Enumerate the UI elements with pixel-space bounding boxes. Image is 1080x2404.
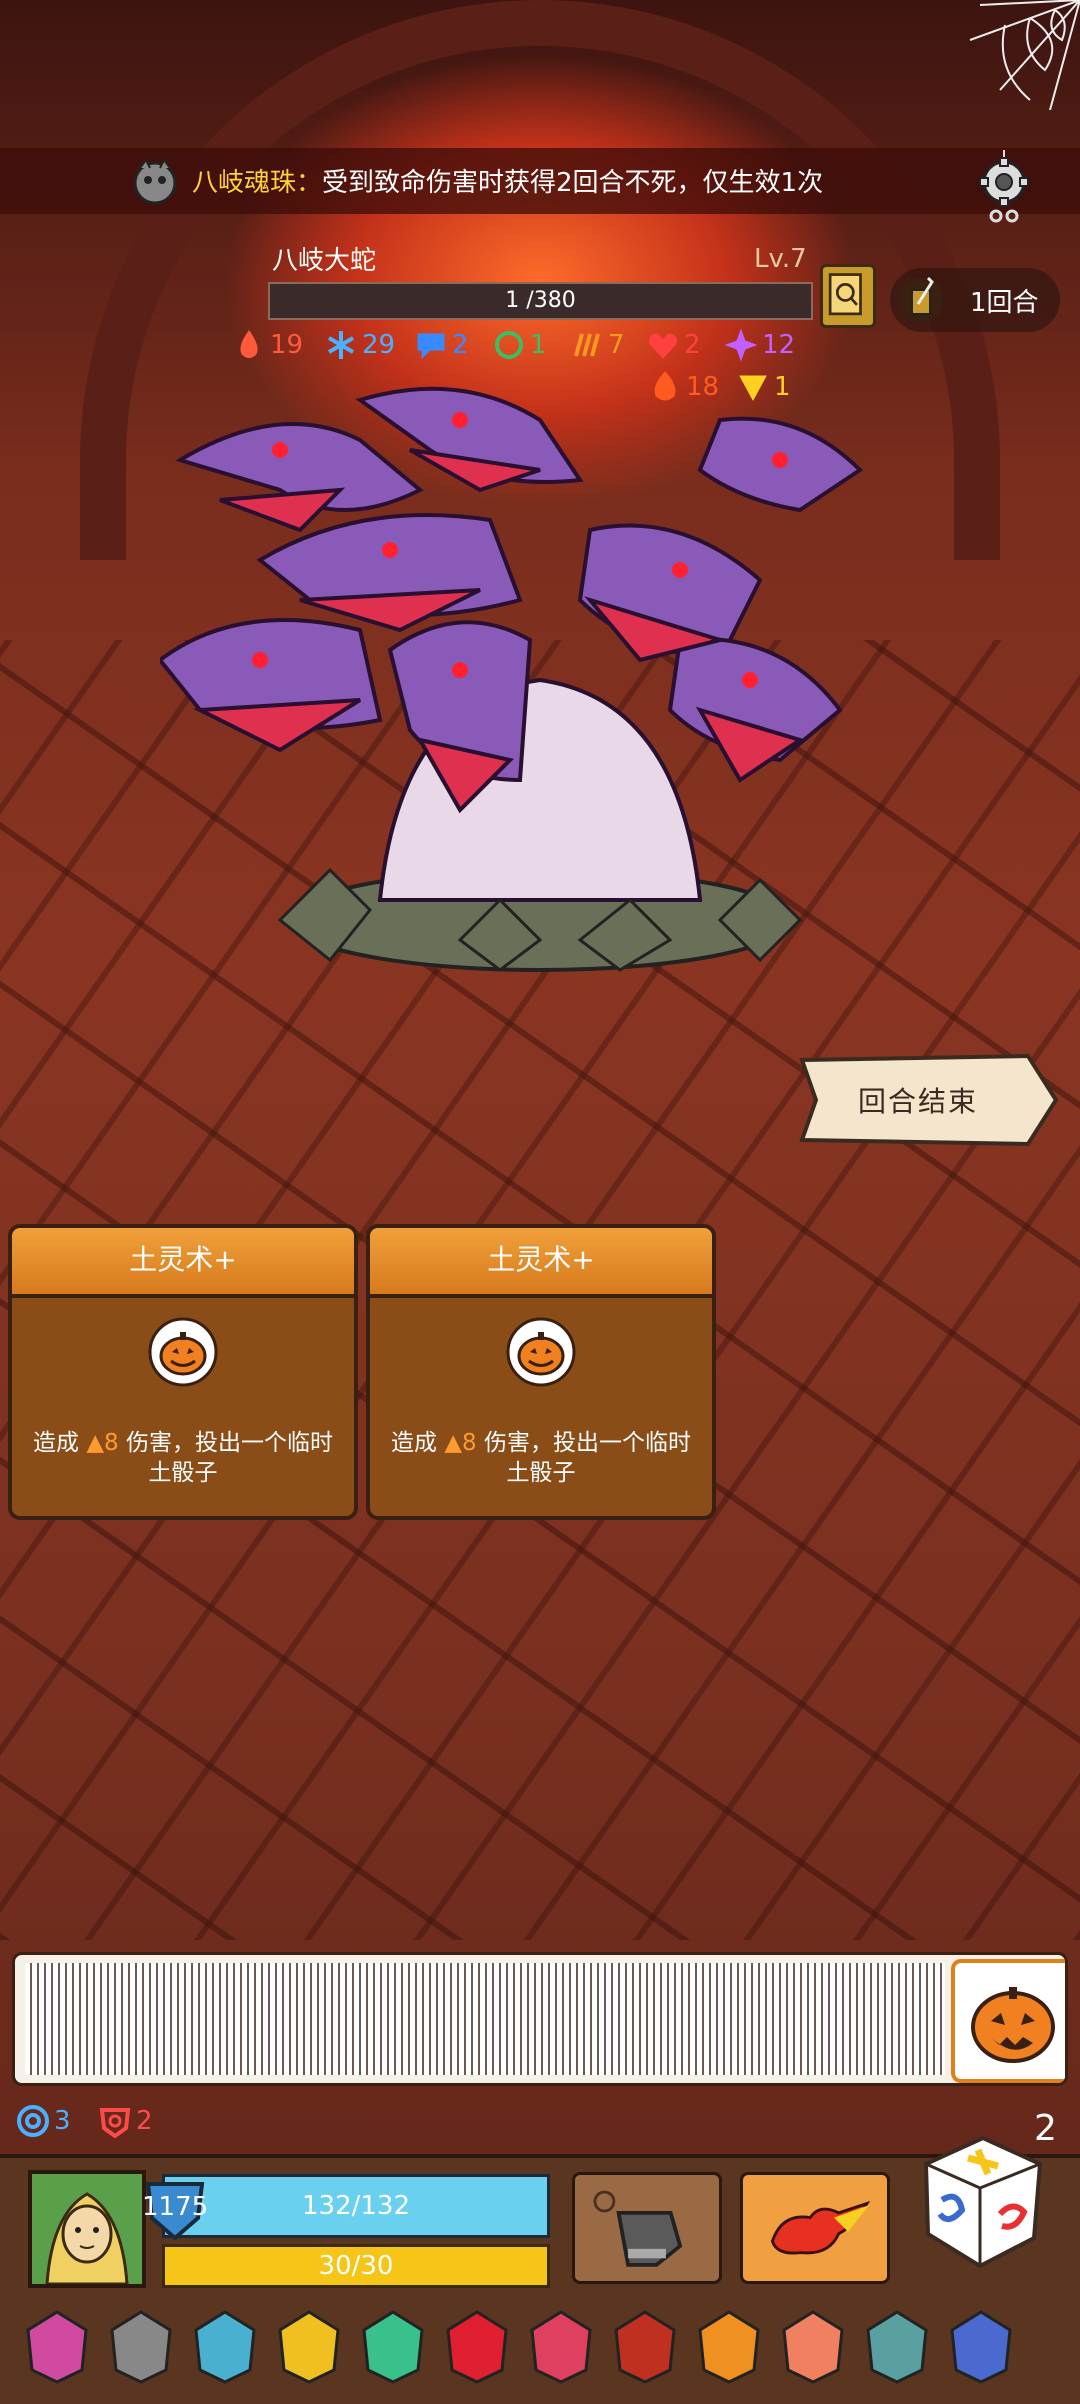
broken-heart-icon	[649, 333, 677, 359]
enemy-codex-button[interactable]	[820, 264, 876, 328]
pumpkin-icon	[971, 1987, 1055, 2063]
pumpkin-icon	[506, 1317, 576, 1387]
player-energy-bar: 30/30	[162, 2244, 550, 2288]
round-counter: 1回合	[890, 268, 1060, 332]
card-damage: 8	[104, 1430, 119, 1456]
relic-name: 八岐魂珠：	[192, 168, 323, 198]
ruby-icon[interactable]	[440, 2306, 514, 2386]
status-effect[interactable]: 19	[232, 328, 303, 362]
spell-card[interactable]: 土灵术+ 造成 ▲8 伤害，投出一个临时土骰子	[366, 1224, 716, 1520]
pendant-icon[interactable]	[524, 2306, 598, 2386]
relic-bar	[20, 2306, 1070, 2392]
stacked-cards	[25, 1963, 945, 2075]
settings-gear-icon[interactable]	[972, 150, 1036, 226]
relic-effect-text: 受到致命伤害时获得2回合不死，仅生效1次	[322, 168, 824, 198]
demon-mask-icon[interactable]	[608, 2306, 682, 2386]
status-effect[interactable]: 1	[492, 328, 547, 362]
speech-bubble-icon	[417, 333, 445, 360]
enemy-name: 八岐大蛇	[272, 246, 377, 276]
blue-slime-icon[interactable]	[944, 2306, 1018, 2386]
swirl-icon	[17, 2105, 49, 2137]
discard-pile-counter[interactable]: 2	[98, 2104, 153, 2138]
flame-crown-icon[interactable]	[692, 2306, 766, 2386]
fire-drop-icon	[240, 330, 258, 358]
card-damage: 8	[462, 1430, 477, 1456]
stone-golem-icon[interactable]	[104, 2306, 178, 2386]
jade-vase-icon[interactable]	[860, 2306, 934, 2386]
player-armor-value: 1175	[142, 2192, 209, 2222]
claw-icon	[574, 333, 600, 357]
relic-info-banner: 八岐魂珠：受到致命伤害时获得2回合不死，仅生效1次	[0, 148, 1080, 214]
top-deck-card[interactable]	[951, 1959, 1065, 2083]
hydra-orb-icon	[133, 158, 177, 205]
spiral-shield-icon	[99, 2108, 131, 2138]
draw-pile-count: 3	[54, 2106, 71, 2136]
hero-face-icon	[32, 2174, 142, 2286]
card-title: 土灵术+	[129, 1243, 237, 1276]
cobweb-icon	[969, 0, 1080, 110]
status-effect[interactable]: 12	[724, 328, 795, 362]
player-dice[interactable]	[918, 2130, 1048, 2272]
card-desc-suffix: 伤害，投出一个临时土骰子	[125, 1430, 333, 1486]
status-effect[interactable]: 2	[414, 328, 469, 362]
end-turn-button[interactable]: 回合结束	[798, 1052, 1060, 1148]
scroll-quill-icon	[899, 276, 943, 322]
status-effect[interactable]: 7	[570, 328, 625, 362]
enemy-level: Lv.7	[754, 244, 807, 274]
crown-icon[interactable]	[272, 2306, 346, 2386]
enemy-hp-bar: 1 /380	[268, 282, 813, 320]
sparkle-icon	[724, 328, 758, 362]
card-desc-prefix: 造成	[33, 1430, 80, 1456]
card-desc-suffix: 伤害，投出一个临时土骰子	[483, 1430, 691, 1486]
gauntlet-skill-button[interactable]	[572, 2172, 722, 2284]
card-title: 土灵术+	[487, 1243, 595, 1276]
spell-card[interactable]: 土灵术+ 造成 ▲8 伤害，投出一个临时土骰子	[8, 1224, 358, 1520]
draw-pile-counter[interactable]: 3	[16, 2104, 71, 2138]
card-desc-prefix: 造成	[391, 1430, 438, 1456]
relic-description: 八岐魂珠：受到致命伤害时获得2回合不死，仅生效1次	[192, 162, 823, 199]
status-effect-value: 2	[452, 330, 469, 360]
damage-icon: ▲	[86, 1430, 105, 1456]
fire-skill-button[interactable]	[740, 2172, 890, 2284]
status-effect-value: 29	[362, 330, 396, 360]
fire-burst-icon	[770, 2200, 871, 2255]
status-effect-value: 19	[270, 330, 304, 360]
end-turn-label: 回合结束	[858, 1085, 979, 1118]
sapphire-helm-icon[interactable]	[188, 2306, 262, 2386]
emerald-orb-icon[interactable]	[356, 2306, 430, 2386]
damage-icon: ▲	[444, 1430, 463, 1456]
status-effect[interactable]: 29	[324, 328, 395, 362]
round-label: 1回合	[970, 288, 1039, 318]
pumpkin-icon	[148, 1317, 218, 1387]
status-effect-value: 1	[530, 330, 547, 360]
snowflake-icon	[327, 331, 355, 359]
donut-ring-icon[interactable]	[776, 2306, 850, 2386]
discard-pile-count: 2	[136, 2106, 153, 2136]
totem-icon[interactable]	[20, 2306, 94, 2386]
card-description: 造成 ▲8 伤害，投出一个临时土骰子	[22, 1428, 344, 1488]
status-effect[interactable]: 2	[646, 328, 701, 362]
eight-headed-hydra[interactable]	[160, 380, 920, 980]
player-hp-bar: 132/132	[162, 2174, 550, 2238]
player-avatar[interactable]	[28, 2170, 146, 2288]
status-effect-value: 7	[608, 330, 625, 360]
gauntlet-icon	[593, 2190, 683, 2267]
poison-swirl-icon	[495, 331, 523, 359]
draw-pile-strip[interactable]	[12, 1952, 1068, 2086]
status-effect-value: 2	[684, 330, 701, 360]
card-description: 造成 ▲8 伤害，投出一个临时土骰子	[380, 1428, 702, 1488]
magnifier-icon	[828, 273, 862, 316]
status-effect-value: 12	[762, 330, 796, 360]
